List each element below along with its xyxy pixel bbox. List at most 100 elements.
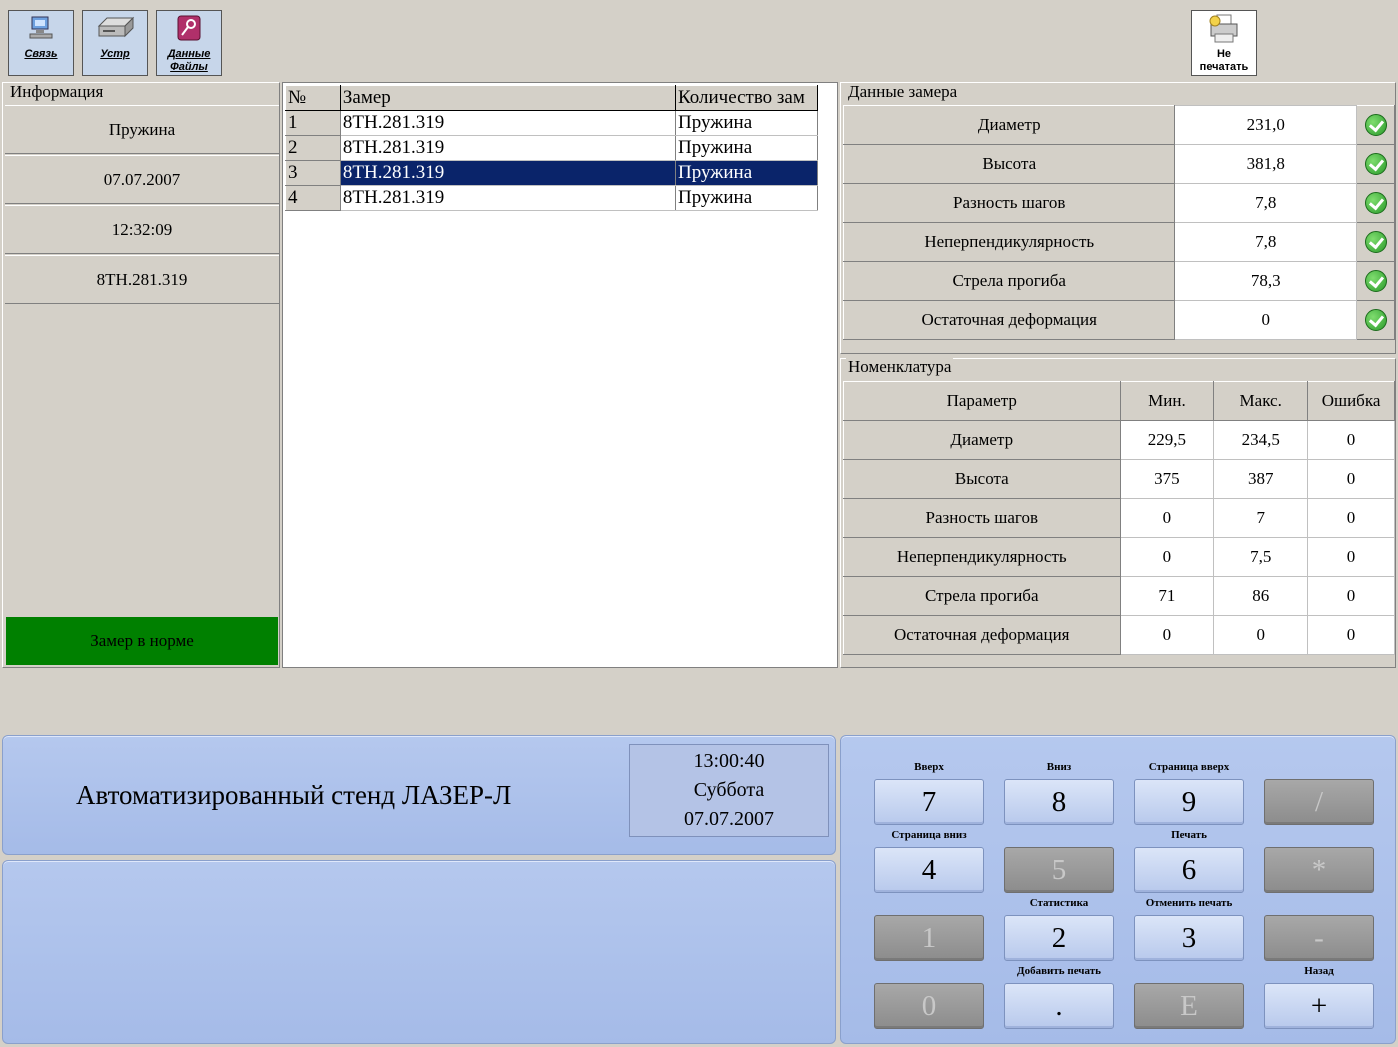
- row-type: Пружина: [675, 135, 818, 161]
- key-plus[interactable]: +: [1264, 983, 1374, 1029]
- clock-time: 13:00:40: [693, 750, 765, 772]
- nomenclature-table: Параметр Мин. Макс. Ошибка Диаметр 229,5…: [843, 381, 1395, 655]
- device-button[interactable]: Устр: [82, 10, 148, 76]
- param-max: 387: [1213, 459, 1309, 499]
- label-add-print: Добавить печать: [1017, 965, 1101, 977]
- link-button[interactable]: Связь: [8, 10, 74, 76]
- info-time: 12:32:09: [5, 205, 279, 254]
- table-row: Диаметр 229,5 234,5 0: [843, 420, 1395, 460]
- toolbar: Связь Устр Данные Файлы Не печатать: [0, 0, 1398, 80]
- label-print: Печать: [1171, 829, 1207, 841]
- label-back: Назад: [1304, 965, 1334, 977]
- table-row-selected[interactable]: 3 8TH.281.319 Пружина: [285, 160, 818, 186]
- key-e[interactable]: E: [1134, 983, 1244, 1029]
- clock-date: 07.07.2007: [684, 808, 774, 830]
- measurement-list-panel: № Замер Количество зам 1 8TH.281.319 Пру…: [282, 82, 838, 668]
- column-header-measurement[interactable]: Замер: [339, 85, 677, 111]
- device-label: Устр: [100, 48, 130, 60]
- row-type: Пружина: [675, 185, 818, 211]
- param-min: 375: [1119, 459, 1215, 499]
- table-row[interactable]: 1 8TH.281.319 Пружина: [285, 110, 818, 136]
- key-2[interactable]: 2: [1004, 915, 1114, 961]
- key-dot[interactable]: .: [1004, 983, 1114, 1029]
- row-number: 1: [285, 110, 341, 136]
- table-row: Высота 375 387 0: [843, 459, 1395, 499]
- column-header-min: Мин.: [1119, 381, 1215, 421]
- info-date: 07.07.2007: [5, 155, 279, 204]
- table-row: Разность шагов 7,8: [842, 183, 1395, 223]
- table-row: Неперпендикулярность 0 7,5 0: [843, 537, 1395, 577]
- message-panel: [2, 860, 836, 1044]
- key-divide[interactable]: /: [1264, 779, 1374, 825]
- check-cell: [1356, 144, 1395, 184]
- row-measurement: 8TH.281.319: [340, 185, 677, 211]
- param-label: Остаточная деформация: [842, 300, 1176, 340]
- info-part-number: 8TH.281.319: [5, 255, 279, 304]
- column-header-error: Ошибка: [1307, 381, 1395, 421]
- column-header-number[interactable]: №: [285, 85, 341, 111]
- label-up: Вверх: [914, 761, 944, 773]
- row-number: 3: [285, 160, 341, 186]
- info-title: Информация: [8, 82, 106, 101]
- key-7[interactable]: 7: [874, 779, 984, 825]
- param-value: 7,8: [1174, 222, 1358, 262]
- param-max: 7,5: [1213, 537, 1309, 577]
- key-5[interactable]: 5: [1004, 847, 1114, 893]
- row-type: Пружина: [675, 110, 818, 136]
- separator-band: [0, 670, 1398, 734]
- key-4[interactable]: 4: [874, 847, 984, 893]
- param-max: 86: [1213, 576, 1309, 616]
- key-1[interactable]: 1: [874, 915, 984, 961]
- param-value: 7,8: [1174, 183, 1358, 223]
- table-row: Диаметр 231,0: [842, 105, 1395, 145]
- label-page-down: Страница вниз: [891, 829, 967, 841]
- table-row[interactable]: 4 8TH.281.319 Пружина: [285, 185, 818, 211]
- nomenclature-panel: Параметр Мин. Макс. Ошибка Диаметр 229,5…: [840, 358, 1396, 668]
- param-max: 234,5: [1213, 420, 1309, 460]
- check-cell: [1356, 222, 1395, 262]
- column-header-max: Макс.: [1213, 381, 1309, 421]
- param-error: 0: [1307, 498, 1395, 538]
- no-print-label: Не печатать: [1199, 48, 1249, 73]
- key-0[interactable]: 0: [874, 983, 984, 1029]
- check-ok-icon: [1364, 153, 1387, 176]
- no-print-button[interactable]: Не печатать: [1191, 10, 1257, 76]
- row-measurement: 8TH.281.319: [340, 110, 677, 136]
- info-spring-type: Пружина: [5, 105, 279, 154]
- param-label: Стрела прогиба: [842, 261, 1176, 301]
- check-cell: [1356, 300, 1395, 340]
- measurement-list[interactable]: № Замер Количество зам 1 8TH.281.319 Пру…: [285, 85, 818, 211]
- param-min: 229,5: [1119, 420, 1215, 460]
- check-ok-icon: [1364, 231, 1387, 254]
- data-files-button[interactable]: Данные Файлы: [156, 10, 222, 76]
- param-error: 0: [1307, 459, 1395, 499]
- param-label: Неперпендикулярность: [843, 537, 1121, 577]
- param-max: 7: [1213, 498, 1309, 538]
- row-measurement: 8TH.281.319: [340, 135, 677, 161]
- info-panel: Пружина 07.07.2007 12:32:09 8TH.281.319 …: [2, 82, 280, 668]
- key-3[interactable]: 3: [1134, 915, 1244, 961]
- label-statistics: Статистика: [1029, 897, 1089, 909]
- row-type: Пружина: [675, 160, 818, 186]
- data-files-label: Данные Файлы: [167, 48, 211, 73]
- link-label: Связь: [24, 48, 58, 60]
- check-ok-icon: [1364, 114, 1387, 137]
- check-cell: [1356, 261, 1395, 301]
- key-6[interactable]: 6: [1134, 847, 1244, 893]
- column-header-count[interactable]: Количество зам: [675, 85, 818, 111]
- nomenclature-header: Параметр Мин. Макс. Ошибка: [843, 381, 1395, 421]
- param-error: 0: [1307, 537, 1395, 577]
- key-minus[interactable]: -: [1264, 915, 1374, 961]
- label-down: Вниз: [1046, 761, 1072, 773]
- param-label: Диаметр: [842, 105, 1176, 145]
- check-ok-icon: [1364, 192, 1387, 215]
- table-row[interactable]: 2 8TH.281.319 Пружина: [285, 135, 818, 161]
- key-8[interactable]: 8: [1004, 779, 1114, 825]
- check-cell: [1356, 183, 1395, 223]
- key-9[interactable]: 9: [1134, 779, 1244, 825]
- app-title: Автоматизированный стенд ЛАЗЕР-Л: [76, 780, 512, 810]
- key-multiply[interactable]: *: [1264, 847, 1374, 893]
- row-number: 4: [285, 185, 341, 211]
- row-measurement: 8TH.281.319: [340, 160, 677, 186]
- nomenclature-title: Номенклатура: [846, 357, 954, 376]
